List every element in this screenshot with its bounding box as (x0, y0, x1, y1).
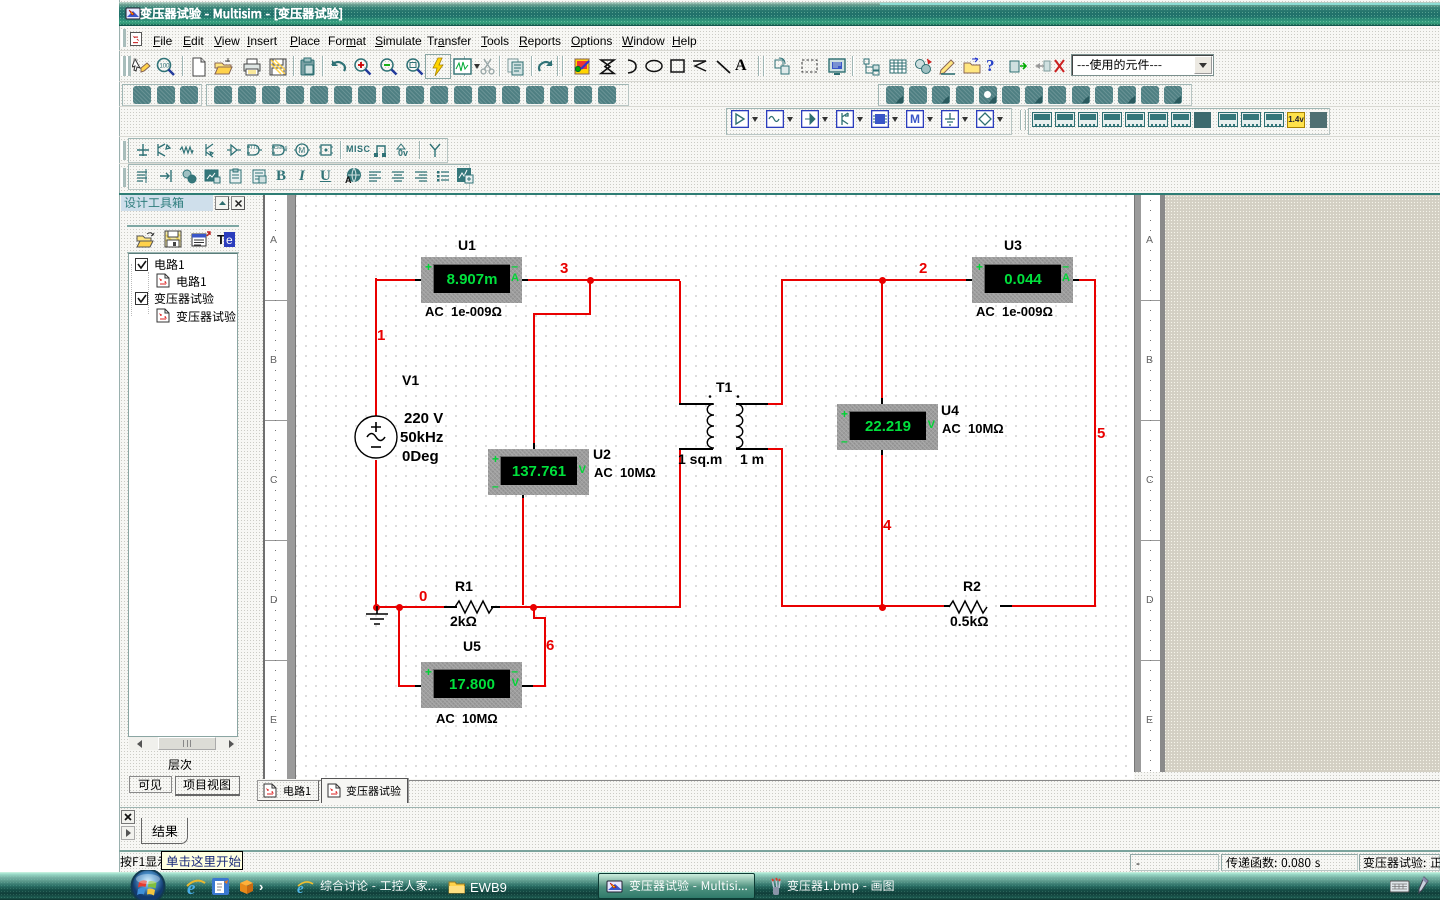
svg-text:0v: 0v (398, 148, 408, 158)
svg-text:e: e (226, 233, 233, 247)
svg-text:M: M (910, 112, 920, 126)
svg-text:M: M (299, 146, 306, 155)
svg-text:TTL: TTL (250, 145, 259, 151)
svg-text:100: 100 (160, 64, 171, 70)
svg-text:T: T (217, 232, 225, 247)
svg-text:A: A (345, 175, 352, 185)
svg-text:CMOS: CMOS (274, 145, 288, 150)
